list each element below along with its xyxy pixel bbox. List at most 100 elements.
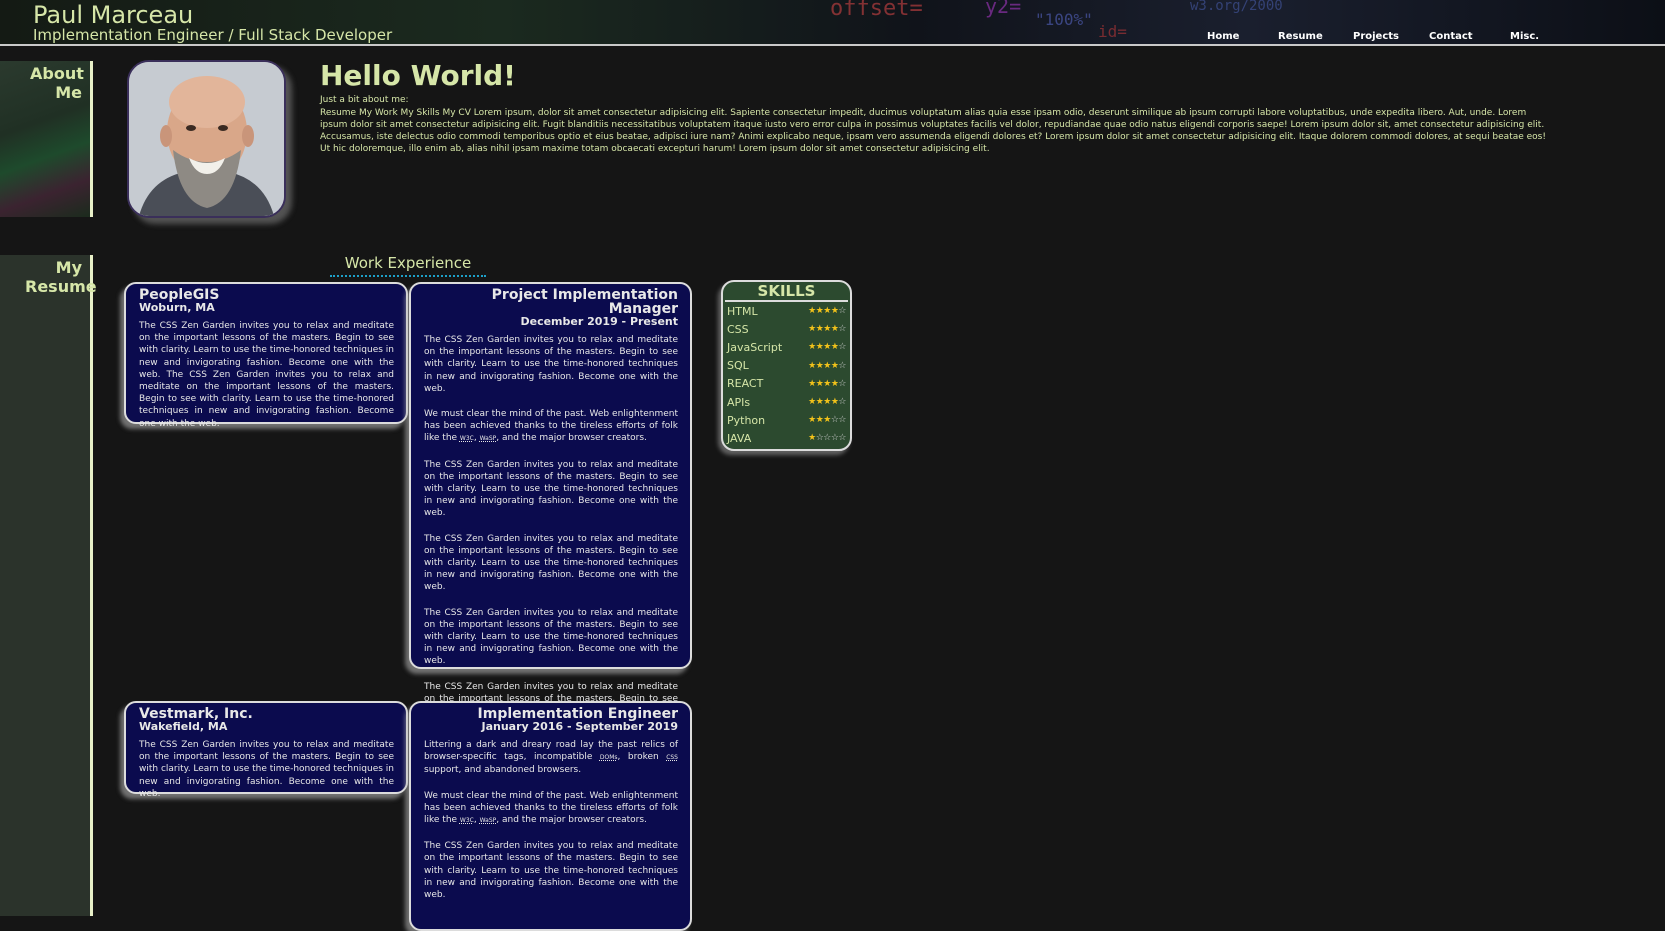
- role-paragraph: The CSS Zen Garden invites you to relax …: [424, 459, 678, 519]
- nav-projects[interactable]: Projects: [1353, 31, 1399, 42]
- about-sidebar: About Me: [0, 61, 93, 217]
- star-filled-icon: ★: [808, 433, 816, 444]
- star-filled-icon: ★: [808, 306, 816, 317]
- wasp-abbr: WaSP: [479, 817, 497, 825]
- w3c-abbr: W3C: [459, 817, 474, 825]
- company-card: PeopleGIS Woburn, MA The CSS Zen Garden …: [124, 282, 408, 429]
- skills-panel: SKILLS HTML ★ ★ ★ ★ ☆ CSS ★ ★ ★ ★ ☆ JavaScript ★ ★ ★ ★ ☆ S…: [721, 280, 852, 451]
- skill-row: APIs ★★★★☆: [723, 393, 850, 411]
- star-filled-icon: ★: [823, 324, 831, 335]
- job-dates: January 2016 - September 2019: [481, 720, 678, 733]
- skill-rating-stars: ★★★★☆: [808, 342, 846, 352]
- star-empty-icon: ☆: [838, 415, 846, 426]
- star-filled-icon: ★: [808, 378, 816, 389]
- star-filled-icon: ★: [823, 306, 831, 317]
- star-filled-icon: ★: [808, 397, 816, 408]
- page-title: Hello World!: [320, 59, 516, 92]
- header-code-decoration: y2=: [985, 0, 1022, 18]
- role-paragraph: The CSS Zen Garden invites you to relax …: [424, 335, 678, 394]
- star-empty-icon: ☆: [838, 397, 846, 408]
- css-abbr: CSS: [666, 754, 678, 762]
- skill-name: JAVA: [727, 431, 752, 445]
- skill-rating-stars: ★★★★☆: [808, 324, 846, 334]
- skill-rating-stars: ★★★★☆: [808, 397, 846, 407]
- skill-name: REACT: [727, 377, 764, 391]
- skill-row: JavaScript ★★★★☆: [723, 338, 850, 356]
- site-subtitle: Implementation Engineer / Full Stack Dev…: [33, 26, 393, 44]
- skill-rating-stars: ★★★★☆: [808, 306, 846, 316]
- skill-name: HTML: [727, 304, 758, 318]
- star-empty-icon: ☆: [838, 342, 846, 353]
- skills-heading: SKILLS: [725, 282, 848, 302]
- doms-abbr: DOMs: [599, 754, 618, 762]
- skill-name: SQL: [727, 359, 749, 373]
- skill-row: HTML ★★★★☆: [723, 302, 850, 320]
- company-location: Wakefield, MA: [139, 720, 228, 733]
- star-filled-icon: ★: [823, 397, 831, 408]
- header-code-decoration: "100%": [1035, 10, 1093, 29]
- skill-name: APIs: [727, 395, 751, 409]
- job-title: Project Implementation Manager: [491, 287, 678, 317]
- site-name: Paul Marceau: [33, 1, 194, 29]
- role-card: Implementation Engineer January 2016 - S…: [409, 701, 692, 931]
- skill-rating-stars: ★★★☆☆: [808, 415, 846, 425]
- skill-row: CSS ★★★★☆: [723, 320, 850, 338]
- company-name: Vestmark, Inc.: [139, 706, 253, 722]
- profile-photo-illustration: [129, 62, 284, 216]
- skill-rating-stars: ★★★★☆: [808, 379, 846, 389]
- nav-contact[interactable]: Contact: [1429, 31, 1473, 42]
- job-title: Implementation Engineer: [477, 706, 678, 722]
- about-intro-label: Just a bit about me:: [320, 95, 409, 105]
- role-paragraph: The CSS Zen Garden invites you to relax …: [424, 533, 678, 593]
- skill-rating-stars: ★★★★☆: [808, 361, 846, 371]
- header-code-decoration: offset=: [830, 0, 923, 21]
- star-filled-icon: ★: [823, 360, 831, 371]
- skill-row: REACT ★★★★☆: [723, 375, 850, 393]
- site-header: offset= y2= "100%" id= w3.org/2000 Paul …: [0, 0, 1665, 46]
- star-empty-icon: ☆: [838, 360, 846, 371]
- skill-name: JavaScript: [727, 340, 783, 354]
- role-paragraph: Littering a dark and dreary road lay the…: [424, 740, 678, 776]
- star-empty-icon: ☆: [823, 433, 831, 444]
- role-card: Project Implementation Manager December …: [409, 282, 692, 740]
- star-filled-icon: ★: [808, 324, 816, 335]
- star-filled-icon: ★: [808, 342, 816, 353]
- star-empty-icon: ☆: [838, 378, 846, 389]
- star-empty-icon: ☆: [838, 306, 846, 317]
- nav-misc[interactable]: Misc.: [1510, 31, 1539, 42]
- nav-home[interactable]: Home: [1207, 31, 1239, 42]
- header-code-decoration: w3.org/2000: [1190, 0, 1283, 14]
- star-empty-icon: ☆: [838, 433, 846, 444]
- company-card: Vestmark, Inc. Wakefield, MA The CSS Zen…: [124, 701, 408, 799]
- star-filled-icon: ★: [823, 378, 831, 389]
- role-paragraph: The CSS Zen Garden invites you to relax …: [424, 607, 678, 667]
- w3c-abbr: W3C: [459, 435, 474, 443]
- star-filled-icon: ★: [823, 415, 831, 426]
- wasp-abbr: WaSP: [479, 435, 497, 443]
- header-code-decoration: id=: [1098, 22, 1127, 41]
- skill-name: CSS: [727, 322, 749, 336]
- job-dates: December 2019 - Present: [520, 315, 678, 328]
- skill-row: Python ★★★☆☆: [723, 411, 850, 429]
- role-paragraph: The CSS Zen Garden invites you to relax …: [424, 841, 678, 901]
- company-description: The CSS Zen Garden invites you to relax …: [139, 740, 394, 799]
- work-experience-heading: Work Experience: [330, 254, 486, 277]
- star-filled-icon: ★: [808, 360, 816, 371]
- role-paragraph: We must clear the mind of the past. Web …: [424, 409, 678, 444]
- skill-row: SQL ★★★★☆: [723, 357, 850, 375]
- star-filled-icon: ★: [823, 342, 831, 353]
- about-intro-text: Resume My Work My Skills My CV Lorem ips…: [320, 108, 1546, 154]
- profile-photo: [127, 60, 286, 218]
- resume-sidebar: My Resume: [0, 255, 97, 916]
- star-empty-icon: ☆: [838, 324, 846, 335]
- star-filled-icon: ★: [808, 415, 816, 426]
- my-resume-label: My Resume: [25, 258, 97, 296]
- company-name: PeopleGIS: [139, 287, 220, 303]
- company-description: The CSS Zen Garden invites you to relax …: [139, 321, 394, 429]
- nav-resume[interactable]: Resume: [1278, 31, 1323, 42]
- skill-row: JAVA ★☆☆☆☆: [723, 429, 850, 447]
- company-location: Woburn, MA: [139, 301, 215, 314]
- about-me-label: About Me: [30, 64, 84, 102]
- skill-rating-stars: ★☆☆☆☆: [808, 433, 846, 443]
- role-paragraph: We must clear the mind of the past. Web …: [424, 790, 678, 826]
